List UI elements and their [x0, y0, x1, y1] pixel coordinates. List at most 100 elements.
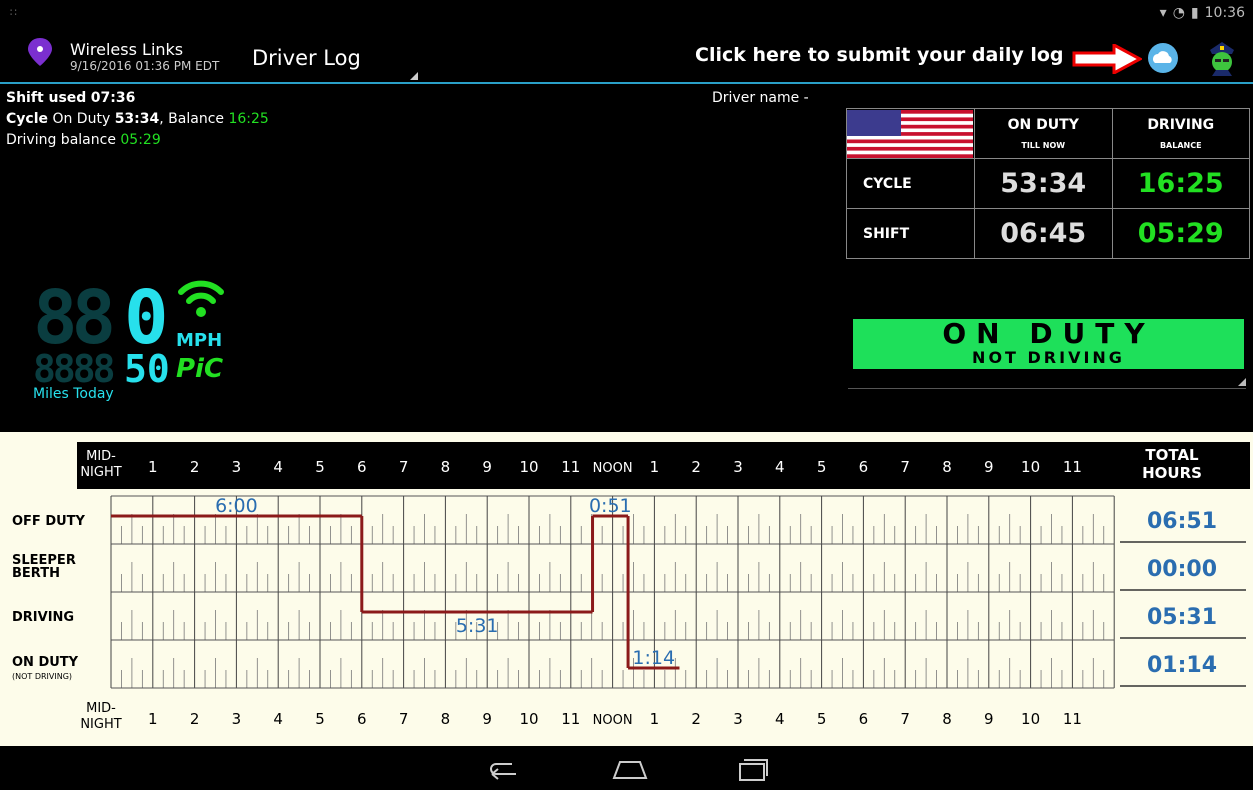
cycle-onduty-value: 53:34	[114, 111, 160, 127]
segment-duration-label: 0:51	[589, 495, 632, 517]
us-flag-icon	[846, 108, 975, 159]
hour-label: 6	[357, 710, 367, 728]
hour-label: 8	[942, 458, 952, 476]
hour-label-midnight: MID-	[86, 449, 116, 464]
shift-on-duty-value: 06:45	[974, 208, 1113, 259]
hour-label: 6	[859, 458, 869, 476]
status-row-label: OFF DUTY	[12, 514, 86, 529]
driving-balance-value: 05:29	[120, 132, 161, 148]
hour-label: 2	[691, 458, 701, 476]
hour-label: 5	[315, 458, 325, 476]
duty-status-button[interactable]: ON DUTY NOT DRIVING	[853, 319, 1244, 369]
hour-label: 9	[482, 458, 492, 476]
app-logo-icon[interactable]	[28, 38, 52, 66]
hour-label: 10	[1021, 710, 1040, 728]
status-row-label: BERTH	[12, 566, 60, 581]
col1-subtitle: TILL NOW	[1021, 141, 1066, 150]
hour-label: 10	[519, 710, 538, 728]
cycle-on-duty-value: 53:34	[974, 158, 1113, 209]
screen-title-spinner[interactable]: Driver Log	[252, 46, 361, 70]
hour-label-midnight-2: NIGHT	[80, 465, 121, 480]
hour-label: 6	[859, 710, 869, 728]
hours-summary-table: ON DUTY TILL NOW DRIVING BALANCE CYCLE 5…	[846, 108, 1250, 259]
back-icon[interactable]	[486, 758, 520, 780]
cycle-balance-label: , Balance	[159, 111, 225, 127]
hour-label: 5	[817, 710, 827, 728]
clock-time: 10:36	[1204, 5, 1245, 21]
hour-label: 8	[441, 458, 451, 476]
hour-label: 3	[232, 710, 242, 728]
status-icons: ▾ ◔ ▮ 10:36	[1160, 5, 1245, 21]
officer-inspection-button[interactable]	[1206, 40, 1238, 76]
cycle-balance-value: 16:25	[228, 111, 269, 127]
cycle-line: Cycle On Duty 53:34, Balance 16:25	[6, 111, 269, 127]
daily-log-grid[interactable]: MID- NIGHT 1 2 3 4 5 6 7 8 9 10 11 NOON 1 2 3 4 5 6 7 8 9 10 11 T…	[0, 432, 1253, 746]
odometer-value: 50	[124, 347, 170, 391]
driving-balance-label: Driving balance	[6, 132, 116, 148]
hour-label: 11	[561, 710, 580, 728]
status-spinner-indicator-icon	[1238, 378, 1246, 386]
hour-label: 3	[733, 710, 743, 728]
cloud-upload-button[interactable]	[1147, 42, 1179, 74]
hour-label: 4	[775, 710, 785, 728]
hour-label: 1	[650, 458, 660, 476]
row-label-shift: SHIFT	[846, 208, 975, 259]
hour-label: 7	[399, 710, 409, 728]
segment-duration-label: 6:00	[215, 495, 258, 517]
status-row-label: DRIVING	[12, 610, 74, 625]
wifi-connection-icon	[178, 280, 224, 317]
speed-value: 0	[124, 275, 169, 361]
shift-used-value: 07:36	[90, 90, 136, 106]
hour-label: 7	[399, 458, 409, 476]
hour-label: 5	[315, 710, 325, 728]
home-icon[interactable]	[610, 758, 650, 780]
hour-label: 3	[232, 458, 242, 476]
speed-unit: MPH	[176, 330, 223, 351]
segment-duration-label: 1:14	[632, 647, 675, 669]
cycle-driving-balance: 16:25	[1111, 158, 1250, 209]
navigation-bar	[0, 746, 1253, 790]
hour-label: 10	[519, 458, 538, 476]
hour-label: 1	[148, 458, 158, 476]
summary-row-shift: SHIFT 06:45 05:29	[846, 208, 1250, 259]
hour-label: 3	[733, 458, 743, 476]
hour-label-midnight-2: NIGHT	[80, 717, 121, 732]
cycle-onduty-label: On Duty	[52, 111, 111, 127]
signal-icon: ∷	[10, 6, 17, 19]
row-label-cycle: CYCLE	[846, 158, 975, 209]
driving-balance-line: Driving balance 05:29	[6, 132, 161, 148]
shift-used-label: Shift used	[6, 90, 87, 106]
app-date: 9/16/2016 01:36 PM EDT	[70, 59, 220, 73]
total-hours-header: HOURS	[1142, 464, 1202, 482]
hour-label: 8	[441, 710, 451, 728]
hour-label: 8	[942, 710, 952, 728]
status-bar: ∷ ▾ ◔ ▮ 10:36	[0, 0, 1253, 28]
action-bar: Wireless Links 9/16/2016 01:36 PM EDT Dr…	[0, 28, 1253, 84]
spinner-indicator-icon	[410, 72, 418, 80]
duty-status-line2: NOT DRIVING	[972, 348, 1125, 367]
col1-title: ON DUTY	[1007, 117, 1079, 133]
pic-label: PiC	[176, 354, 224, 384]
arrow-right-icon	[1072, 44, 1142, 74]
row-total-hours: 00:00	[1147, 557, 1217, 582]
recents-icon[interactable]	[736, 756, 770, 782]
hour-label: 2	[190, 710, 200, 728]
hour-label: 9	[482, 710, 492, 728]
shift-driving-balance: 05:29	[1111, 208, 1250, 259]
hour-label: 4	[273, 458, 283, 476]
hour-label: 9	[984, 710, 994, 728]
hour-label: 1	[148, 710, 158, 728]
hour-label: 4	[273, 710, 283, 728]
log-graph: MID-NIGHT 1 2 3 4 5 6 7 8 9 10 11 NOON 1 2 3 4 5 6 7 8 9 10 11T…	[12, 442, 1250, 732]
hour-label-noon: NOON	[593, 713, 633, 728]
hour-label: 10	[1021, 458, 1040, 476]
col-header-driving: DRIVING BALANCE	[1111, 108, 1250, 159]
col-header-on-duty: ON DUTY TILL NOW	[974, 108, 1113, 159]
odometer-digits-unlit: 8888	[33, 347, 115, 391]
hour-label: 7	[900, 710, 910, 728]
driver-name-label: Driver name -	[712, 90, 809, 106]
hour-label: 2	[691, 710, 701, 728]
miles-today-label: Miles Today	[33, 386, 114, 402]
duty-status-line1: ON DUTY	[942, 317, 1155, 350]
hour-label: 4	[775, 458, 785, 476]
